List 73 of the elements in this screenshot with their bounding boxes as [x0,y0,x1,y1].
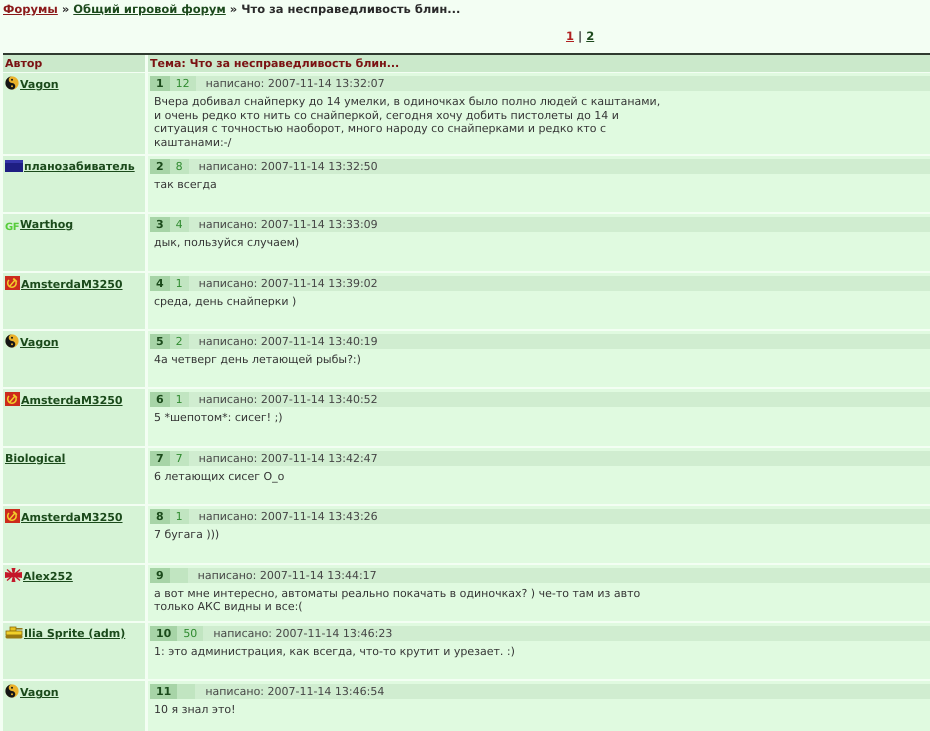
post-date: написано: 2007-11-14 13:42:47 [198,450,378,466]
hammer-sickle-icon [5,509,20,524]
post-number: 9 [150,568,170,583]
post-date: написано: 2007-11-14 13:39:02 [198,276,378,291]
post-text: Вчера добивал снайперку до 14 умелки, в одиночках было полно людей с каштанами, и очень редко кто нить со снайперкой, сегодня хочу добить пистолеты до 14 и ситуация с точностью наоборот, много народу со снайперками и редко кто с каштанами:-/ [153,94,662,150]
post-number: 10 [150,626,178,641]
post-date: написано: 2007-11-14 13:40:19 [198,334,378,349]
post-text: среда, день снайперки ) [153,294,298,308]
post-number: 8 [150,509,170,524]
post-count: 1 [170,276,189,291]
breadcrumb-link[interactable]: Форумы [3,2,58,16]
post-text: 5 *шепотом*: сисег! ;) [153,410,284,426]
author-link[interactable]: Ilia Sprite (adm) [24,626,126,640]
breadcrumb-separator: » [62,2,70,16]
post-text: 7 бугага ))) [153,527,220,542]
post-text: 4а четверг день летающей рыбы?:) [153,352,362,367]
post-date: написано: 2007-11-14 13:43:26 [198,509,378,524]
yin-yang-icon [5,76,19,90]
author-link[interactable]: Vagon [20,78,59,91]
post-date: написано: 2007-11-14 13:40:52 [198,392,378,408]
breadcrumb-current: Что за несправедливость блин... [241,2,460,16]
post-count: 7 [170,450,189,466]
column-header: Автор [3,55,145,72]
post-count: 1 [170,509,189,524]
avatar-letters: GF [5,222,20,234]
author-link[interactable]: AmsterdaM3250 [21,511,123,524]
author-link[interactable]: планозабиватель [24,160,135,173]
post-number: 1 [150,76,170,91]
post-date: написано: 2007-11-14 13:46:23 [213,626,392,641]
page-link[interactable]: 2 [586,29,594,43]
author-link[interactable]: AmsterdaM3250 [21,278,123,291]
post-number: 4 [150,276,170,291]
post-number: 2 [150,158,170,174]
post-text: 6 летающих сисег О_о [153,468,286,484]
breadcrumb-link[interactable]: Общий игровой форум [73,2,226,16]
cross-icon [5,568,22,582]
post-number: 6 [150,392,170,408]
post-date: написано: 2007-11-14 13:32:50 [198,158,378,174]
post-count: 2 [170,334,189,349]
author-link[interactable]: Biological [5,452,66,465]
post-date: написано: 2007-11-14 13:33:09 [198,217,378,232]
column-header: Тема: Что за несправедливость блин... [148,55,930,72]
post-number: 5 [150,334,170,349]
flag-icon [5,160,23,172]
author-link[interactable]: AmsterdaM3250 [21,394,123,408]
post-number: 3 [150,217,170,232]
post-number: 11 [150,684,178,700]
author-link[interactable]: Alex252 [23,570,73,583]
post-date: написано: 2007-11-14 13:44:17 [198,568,377,583]
post-count: 50 [177,626,204,641]
post-count: 1 [170,392,189,408]
tank-icon [5,626,23,639]
post-date: написано: 2007-11-14 13:46:54 [205,684,384,700]
author-link[interactable]: Vagon [20,336,59,349]
page-separator: | [578,29,582,43]
post-number: 7 [150,450,170,466]
yin-yang-icon [5,334,19,348]
page-link[interactable]: 1 [566,29,574,43]
post-text: 10 я знал это! [153,702,237,718]
post-text: так всегда [153,176,218,192]
post-count: 12 [170,76,196,91]
breadcrumb-separator: » [230,2,238,16]
yin-yang-icon [5,684,19,698]
author-link[interactable]: Warthog [20,218,74,232]
post-text: а вот мне интересно, автоматы реально покачать в одиночках? ) че-то там из авто только АКС видны и все:( [153,586,642,614]
hammer-sickle-icon [5,392,20,406]
post-text: дык, пользуйся случаем) [153,235,300,250]
post-date: написано: 2007-11-14 13:32:07 [206,76,385,91]
hammer-sickle-icon [5,276,20,290]
author-link[interactable]: Vagon [20,686,59,700]
post-text: 1: это администрация, как всегда, что-то крутит и урезает. :) [153,644,516,659]
post-count: 8 [170,158,189,174]
post-count: 4 [170,217,189,232]
